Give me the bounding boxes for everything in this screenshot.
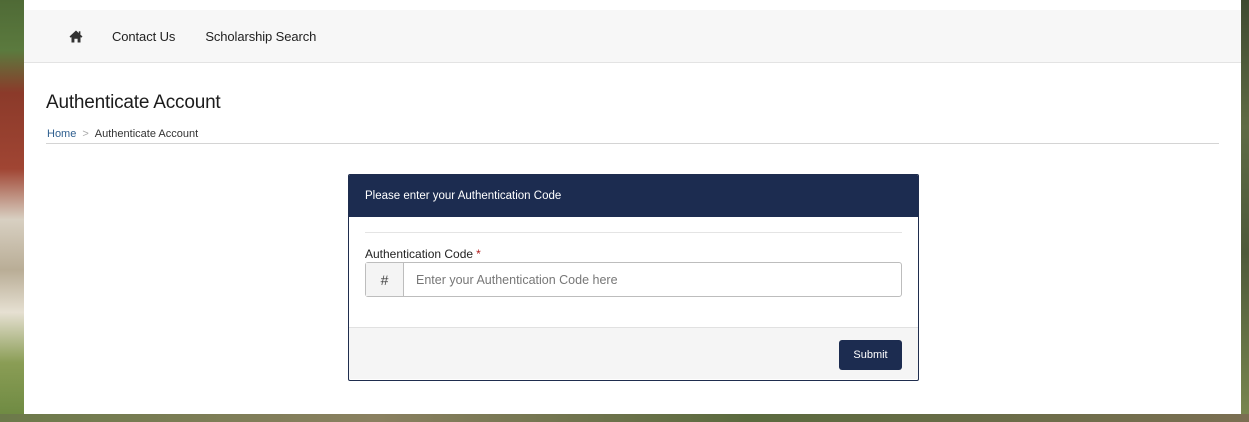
breadcrumb-separator: > (82, 128, 89, 140)
submit-button[interactable]: Submit (839, 340, 902, 370)
card-footer: Submit (349, 328, 918, 379)
background-photo-right (1241, 0, 1249, 422)
card-body: Authentication Code * # (349, 217, 918, 328)
auth-code-input-group: # (365, 262, 902, 297)
top-navbar: Contact Us Scholarship Search (24, 10, 1241, 63)
card-header: Please enter your Authentication Code (349, 175, 918, 217)
page-title: Authenticate Account (46, 92, 221, 113)
breadcrumb-home-link[interactable]: Home (47, 128, 76, 140)
auth-code-label: Authentication Code * (365, 247, 481, 261)
background-photo-left (0, 0, 24, 422)
nav-link-contact-us[interactable]: Contact Us (112, 29, 175, 44)
auth-code-label-text: Authentication Code (365, 247, 474, 261)
breadcrumb: Home > Authenticate Account (47, 128, 198, 140)
hash-addon: # (366, 263, 404, 296)
page-container: Contact Us Scholarship Search Authentica… (24, 0, 1241, 414)
home-icon[interactable] (68, 28, 84, 44)
card-body-divider (365, 232, 902, 233)
auth-code-input[interactable] (404, 263, 901, 296)
auth-code-card: Please enter your Authentication Code Au… (348, 174, 919, 381)
required-marker: * (476, 247, 481, 261)
nav-link-scholarship-search[interactable]: Scholarship Search (205, 29, 316, 44)
breadcrumb-current: Authenticate Account (94, 128, 199, 140)
title-divider (46, 143, 1219, 144)
background-photo-bottom (0, 414, 1249, 422)
